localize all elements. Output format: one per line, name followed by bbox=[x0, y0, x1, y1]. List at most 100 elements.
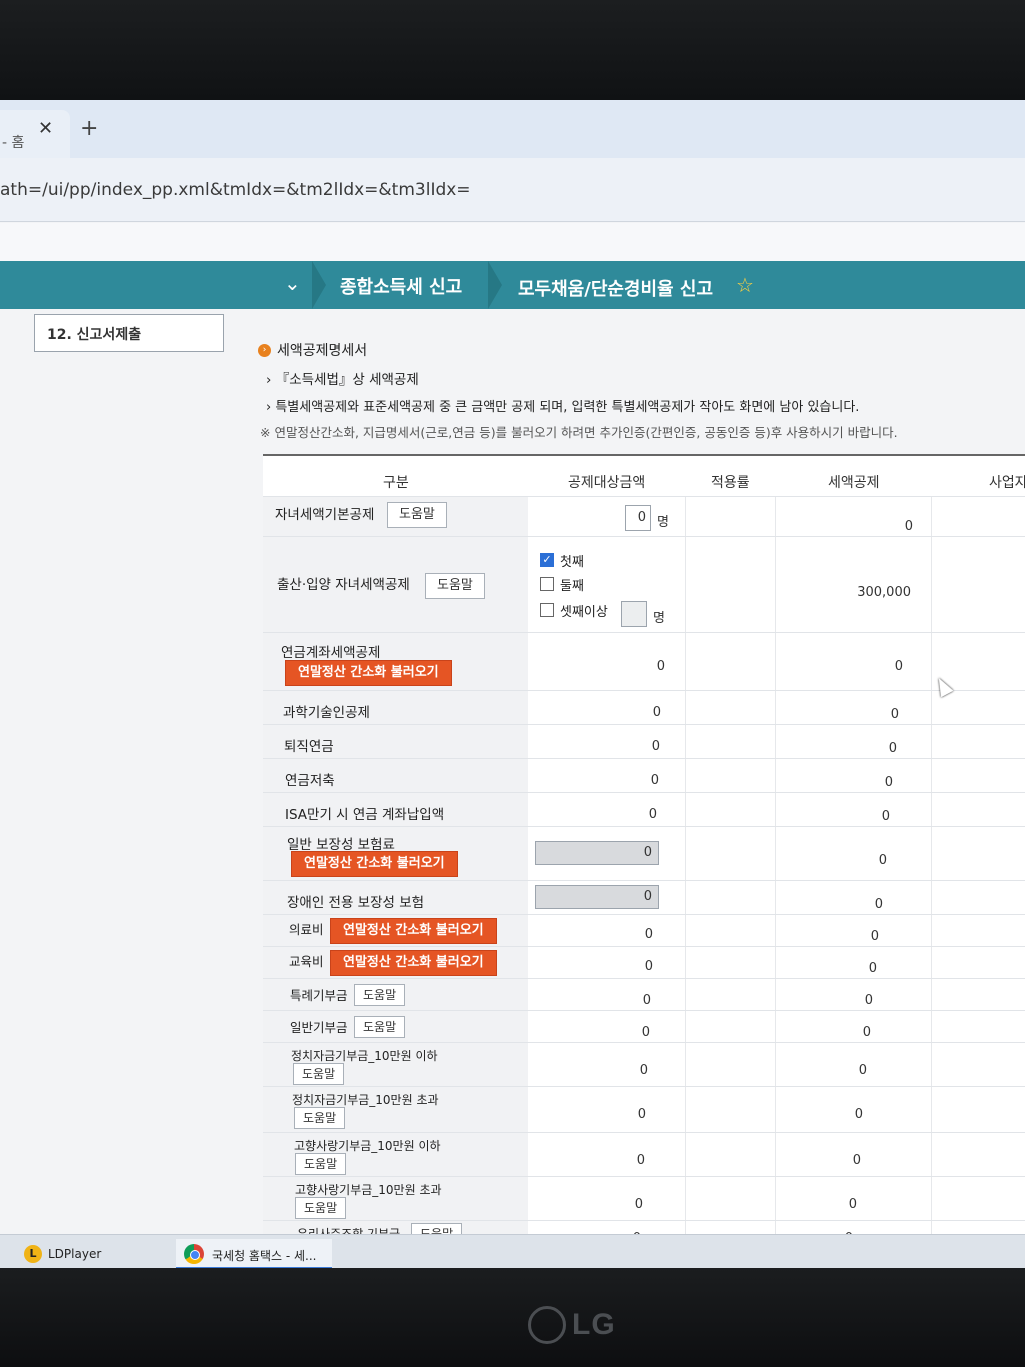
help-button[interactable]: 도움말 bbox=[387, 502, 447, 528]
credit-value: 0 bbox=[848, 1197, 857, 1212]
header-business: 사업자 bbox=[989, 475, 1025, 491]
ldplayer-icon: L bbox=[24, 1245, 42, 1263]
taskbar: L LDPlayer 국세청 홈택스 - 세... bbox=[0, 1234, 1025, 1268]
row-isa: ISA만기 시 연금 계좌납입액 0 0 bbox=[263, 792, 1025, 826]
help-button[interactable]: 도움말 bbox=[354, 984, 406, 1006]
credit-value: 0 bbox=[864, 993, 873, 1008]
load-simplified-button[interactable]: 연말정산 간소화 불러오기 bbox=[330, 950, 497, 976]
header-category: 구분 bbox=[383, 475, 409, 491]
monitor-brand-logo: LG bbox=[528, 1306, 616, 1344]
row-birth-adoption: 출산·입양 자녀세액공제 도움말 ✓ 첫째 둘째 셋째이상 명 300,000 bbox=[263, 536, 1025, 632]
row-political-over: 정치자금기부금_10만원 초과 도움말 0 0 bbox=[263, 1086, 1025, 1132]
row-label: 정치자금기부금_10만원 초과 bbox=[292, 1093, 439, 1107]
screen: - 홈 ✕ + ath=/ui/pp/index_pp.xml&tmIdx=&t… bbox=[0, 100, 1025, 1268]
amount-value: 0 bbox=[656, 659, 665, 674]
credit-value: 0 bbox=[862, 1025, 871, 1040]
row-label: 고향사랑기부금_10만원 초과 bbox=[295, 1183, 442, 1197]
load-simplified-button[interactable]: 연말정산 간소화 불러오기 bbox=[291, 851, 458, 877]
chrome-icon bbox=[184, 1244, 204, 1264]
row-retirement-pension: 퇴직연금 0 0 bbox=[263, 724, 1025, 758]
checkbox-first-label: 첫째 bbox=[560, 555, 584, 570]
note-law: › 『소득세법』상 세액공제 bbox=[266, 372, 419, 388]
checkbox-third-label: 셋째이상 bbox=[560, 605, 608, 620]
credit-value: 0 bbox=[870, 929, 879, 944]
help-button[interactable]: 도움말 bbox=[354, 1016, 406, 1038]
row-label: 일반기부금 bbox=[290, 1020, 348, 1035]
row-label: 고향사랑기부금_10만원 이하 bbox=[294, 1139, 441, 1153]
taskbar-chrome-label: 국세청 홈택스 - 세... bbox=[212, 1249, 317, 1263]
row-science: 과학기술인공제 0 0 bbox=[263, 690, 1025, 724]
child-count-input[interactable]: 0 bbox=[625, 505, 651, 531]
insurance-amount-input[interactable]: 0 bbox=[535, 841, 659, 865]
credit-value: 300,000 bbox=[857, 585, 911, 600]
amount-value: 0 bbox=[637, 1107, 646, 1122]
load-simplified-button[interactable]: 연말정산 간소화 불러오기 bbox=[285, 660, 452, 686]
amount-value: 0 bbox=[641, 1025, 650, 1040]
checkbox-second-label: 둘째 bbox=[560, 579, 584, 594]
taskbar-chrome[interactable]: 국세청 홈택스 - 세... bbox=[176, 1239, 332, 1268]
credit-value: 0 bbox=[894, 659, 903, 674]
note-auth: ※ 연말정산간소화, 지급명세서(근로,연금 등)를 불러오기 하려면 추가인증… bbox=[260, 425, 898, 440]
help-button[interactable]: 도움말 bbox=[294, 1107, 346, 1129]
credit-value: 0 bbox=[881, 809, 890, 824]
credit-value: 0 bbox=[854, 1107, 863, 1122]
row-label: 정치자금기부금_10만원 이하 bbox=[291, 1049, 438, 1063]
amount-value: 0 bbox=[644, 959, 653, 974]
row-label: 장애인 전용 보장성 보험 bbox=[287, 895, 425, 911]
row-label: 퇴직연금 bbox=[284, 739, 334, 755]
amount-value: 0 bbox=[651, 739, 660, 754]
row-pension-savings: 연금저축 0 0 bbox=[263, 758, 1025, 792]
row-political-under: 정치자금기부금_10만원 이하 도움말 0 0 bbox=[263, 1042, 1025, 1086]
amount-value: 0 bbox=[650, 773, 659, 788]
section-title-text: 세액공제명세서 bbox=[277, 343, 368, 359]
note-special-deduction: › 특별세액공제와 표준세액공제 중 큰 금액만 공제 되며, 입력한 특별세액… bbox=[266, 400, 860, 415]
checkbox-second[interactable] bbox=[540, 577, 554, 591]
unit-label: 명 bbox=[653, 611, 665, 626]
credit-value: 0 bbox=[874, 897, 883, 912]
checkbox-third[interactable] bbox=[540, 603, 554, 617]
load-simplified-button[interactable]: 연말정산 간소화 불러오기 bbox=[330, 918, 497, 944]
credit-value: 0 bbox=[904, 519, 913, 534]
main-content: › 세액공제명세서 › 『소득세법』상 세액공제 › 특별세액공제와 표준세액공… bbox=[0, 100, 1025, 1268]
help-button[interactable]: 도움말 bbox=[425, 573, 485, 599]
lg-circle-icon bbox=[528, 1306, 566, 1344]
credit-value: 0 bbox=[858, 1063, 867, 1078]
row-label: 특례기부금 bbox=[290, 988, 348, 1003]
credit-value: 0 bbox=[884, 775, 893, 790]
credit-value: 0 bbox=[888, 741, 897, 756]
header-amount: 공제대상금액 bbox=[568, 475, 646, 491]
checkbox-first[interactable]: ✓ bbox=[540, 553, 554, 567]
credit-value: 0 bbox=[868, 961, 877, 976]
credit-value: 0 bbox=[890, 707, 899, 722]
amount-value: 0 bbox=[639, 1063, 648, 1078]
third-count-input[interactable] bbox=[621, 601, 647, 627]
row-label: 일반 보장성 보험료 bbox=[287, 837, 395, 853]
amount-value: 0 bbox=[644, 927, 653, 942]
row-hometown-over: 고향사랑기부금_10만원 초과 도움말 0 0 bbox=[263, 1176, 1025, 1220]
help-button[interactable]: 도움말 bbox=[295, 1197, 347, 1219]
row-label: ISA만기 시 연금 계좌납입액 bbox=[285, 807, 445, 823]
header-rate: 적용률 bbox=[711, 475, 750, 491]
row-label: 연금계좌세액공제 bbox=[281, 645, 381, 661]
monitor-bezel-top bbox=[0, 0, 1025, 100]
taskbar-ldplayer-label: LDPlayer bbox=[48, 1247, 102, 1261]
unit-label: 명 bbox=[657, 515, 669, 530]
row-child-basic: 자녀세액기본공제 도움말 0 명 0 bbox=[263, 496, 1025, 536]
credit-value: 0 bbox=[852, 1153, 861, 1168]
row-label: 연금저축 bbox=[285, 773, 335, 789]
row-label: 과학기술인공제 bbox=[283, 705, 370, 721]
bullet-icon: › bbox=[258, 343, 271, 357]
row-hometown-under: 고향사랑기부금_10만원 이하 도움말 0 0 bbox=[263, 1132, 1025, 1176]
section-title: › 세액공제명세서 bbox=[258, 340, 367, 360]
taskbar-ldplayer[interactable]: L LDPlayer bbox=[24, 1245, 101, 1263]
row-general-donation: 일반기부금 도움말 0 0 bbox=[263, 1010, 1025, 1042]
help-button[interactable]: 도움말 bbox=[293, 1063, 345, 1085]
monitor-bezel-bottom bbox=[0, 1268, 1025, 1367]
row-disabled-insurance: 장애인 전용 보장성 보험 0 0 bbox=[263, 880, 1025, 914]
help-button[interactable]: 도움말 bbox=[295, 1153, 347, 1175]
row-pension-account: 연금계좌세액공제 연말정산 간소화 불러오기 0 0 bbox=[263, 632, 1025, 690]
row-special-donation: 특례기부금 도움말 0 0 bbox=[263, 978, 1025, 1010]
amount-value: 0 bbox=[642, 993, 651, 1008]
disabled-insurance-amount-input[interactable]: 0 bbox=[535, 885, 659, 909]
row-education: 교육비 연말정산 간소화 불러오기 0 0 bbox=[263, 946, 1025, 978]
